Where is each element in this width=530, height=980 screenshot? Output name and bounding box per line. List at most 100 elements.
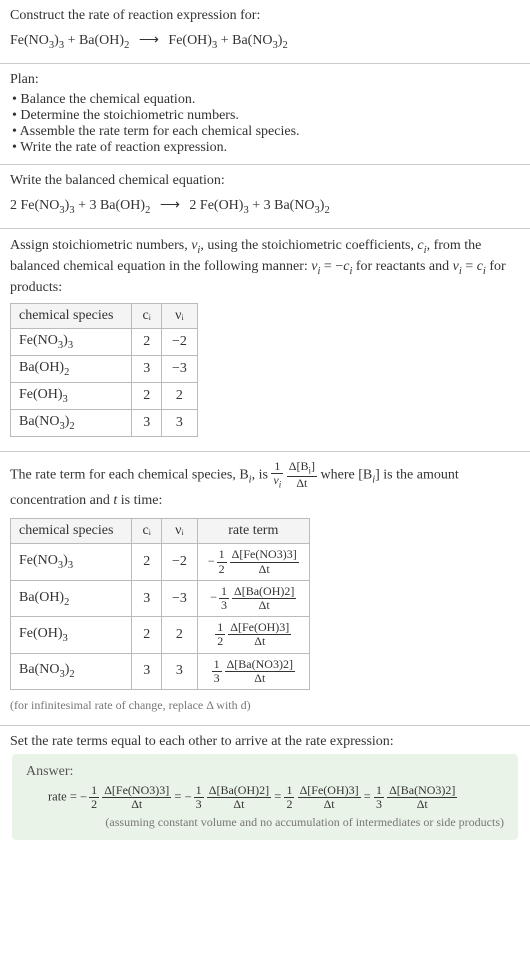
- table-row: Fe(NO3)3 2 −2: [11, 329, 198, 356]
- numerator: 1: [194, 784, 204, 798]
- stoich-intro: Assign stoichiometric numbers, νi, using…: [10, 237, 520, 298]
- cell-rate: −13 Δ[Ba(OH)2]Δt: [197, 580, 309, 616]
- sign: −: [210, 590, 217, 604]
- text: where [B: [321, 467, 373, 482]
- sub: i: [279, 479, 282, 489]
- col-species: chemical species: [11, 304, 132, 329]
- numerator: Δ[Fe(NO3)3]: [102, 784, 171, 798]
- col-nui: νᵢ: [161, 304, 197, 329]
- text: =: [462, 259, 477, 274]
- numerator: 1: [219, 585, 229, 599]
- denominator: Δt: [230, 563, 299, 576]
- cell-species: Ba(NO3)2: [11, 409, 132, 436]
- final-heading: Set the rate terms equal to each other t…: [10, 734, 520, 750]
- equals: =: [364, 790, 374, 804]
- cell-nui: −3: [161, 356, 197, 383]
- rateterm-intro: The rate term for each chemical species,…: [10, 460, 520, 513]
- cell-species: Ba(NO3)2: [11, 653, 132, 689]
- problem-equation: Fe(NO3)3 + Ba(OH)2 ⟶ Fe(OH)3 + Ba(NO3)2: [10, 28, 520, 55]
- col-ci: cᵢ: [132, 519, 162, 544]
- fraction: 12: [215, 621, 225, 648]
- sub: 3: [69, 205, 74, 216]
- cell-nui: 3: [161, 653, 197, 689]
- fraction: 1νi: [271, 460, 283, 490]
- answer-box: Answer: rate = −12 Δ[Fe(NO3)3]Δt = −13 Δ…: [12, 754, 518, 840]
- rate-word: rate =: [48, 790, 80, 804]
- rateterm-table: chemical species cᵢ νᵢ rate term Fe(NO3)…: [10, 518, 310, 690]
- text: Fe(NO: [19, 553, 58, 568]
- species: Fe(OH): [200, 198, 244, 213]
- table-row: Fe(OH)3 2 2: [11, 383, 198, 410]
- species: Fe(NO: [21, 198, 60, 213]
- cell-rate: −12 Δ[Fe(NO3)3]Δt: [197, 544, 309, 580]
- fraction: Δ[Fe(OH)3]Δt: [228, 621, 291, 648]
- sign: −: [208, 554, 215, 568]
- table-row: Ba(NO3)2 3 3: [11, 409, 198, 436]
- text: The rate term for each chemical species,…: [10, 467, 249, 482]
- species: Ba(NO: [232, 33, 272, 48]
- table-row: Ba(NO3)2 3 3 13 Δ[Ba(NO3)2]Δt: [11, 653, 310, 689]
- denominator: νi: [271, 474, 283, 490]
- numerator: Δ[Bi]: [287, 460, 317, 477]
- col-ci: cᵢ: [132, 304, 162, 329]
- problem-heading: Construct the rate of reaction expressio…: [10, 8, 520, 24]
- equals: =: [174, 790, 184, 804]
- coeff: 2: [10, 198, 21, 213]
- denominator: Δt: [228, 635, 291, 648]
- fraction: Δ[Ba(OH)2]Δt: [232, 585, 296, 612]
- denominator: 3: [374, 798, 384, 811]
- stoich-section: Assign stoichiometric numbers, νi, using…: [0, 229, 530, 452]
- fraction: Δ[Ba(OH)2]Δt: [207, 784, 271, 811]
- numerator: 1: [217, 548, 227, 562]
- sign: −: [80, 790, 87, 804]
- reaction-arrow-icon: ⟶: [133, 33, 165, 48]
- sign: −: [185, 790, 192, 804]
- plan-list: Balance the chemical equation. Determine…: [10, 92, 520, 156]
- text: ]: [311, 459, 315, 473]
- sub: 3: [243, 205, 248, 216]
- sub: 3: [63, 633, 68, 644]
- cell-ci: 2: [132, 544, 162, 580]
- plan-section: Plan: Balance the chemical equation. Det…: [0, 64, 530, 165]
- denominator: 2: [217, 563, 227, 576]
- numerator: 1: [215, 621, 225, 635]
- fraction: 12: [89, 784, 99, 811]
- problem-section: Construct the rate of reaction expressio…: [0, 0, 530, 64]
- cell-nui: −2: [161, 329, 197, 356]
- table-row: Ba(OH)2 3 −3: [11, 356, 198, 383]
- species: Ba(OH): [79, 33, 124, 48]
- sub: 2: [124, 40, 129, 51]
- text: Ba(OH): [19, 360, 64, 375]
- cell-species: Fe(OH)3: [11, 617, 132, 653]
- reaction-arrow-icon: ⟶: [154, 198, 186, 213]
- col-rate: rate term: [197, 519, 309, 544]
- coeff: 3: [264, 198, 275, 213]
- text: Assign stoichiometric numbers,: [10, 238, 191, 253]
- text: for reactants and: [352, 259, 452, 274]
- cell-species: Fe(NO3)3: [11, 329, 132, 356]
- cell-species: Fe(OH)3: [11, 383, 132, 410]
- text: Δ[B: [289, 459, 309, 473]
- numerator: Δ[Fe(NO3)3]: [230, 548, 299, 562]
- fraction: 13: [374, 784, 384, 811]
- coeff: 2: [189, 198, 200, 213]
- cell-ci: 2: [132, 329, 162, 356]
- plan-item: Write the rate of reaction expression.: [12, 140, 520, 156]
- plan-heading: Plan:: [10, 72, 520, 88]
- denominator: 3: [219, 599, 229, 612]
- sub: 3: [59, 40, 64, 51]
- fraction: Δ[Ba(NO3)2]Δt: [387, 784, 457, 811]
- rateterm-note: (for infinitesimal rate of change, repla…: [10, 696, 520, 717]
- sub: 2: [324, 205, 329, 216]
- sub: 2: [64, 596, 69, 607]
- numerator: 1: [212, 658, 222, 672]
- numerator: 1: [89, 784, 99, 798]
- balanced-section: Write the balanced chemical equation: 2 …: [0, 165, 530, 229]
- sub: 2: [69, 421, 74, 432]
- cell-species: Ba(OH)2: [11, 580, 132, 616]
- denominator: Δt: [102, 798, 171, 811]
- text: Fe(OH): [19, 626, 63, 641]
- table-row: Fe(NO3)3 2 −2 −12 Δ[Fe(NO3)3]Δt: [11, 544, 310, 580]
- numerator: Δ[Ba(OH)2]: [207, 784, 271, 798]
- sub: 3: [63, 394, 68, 405]
